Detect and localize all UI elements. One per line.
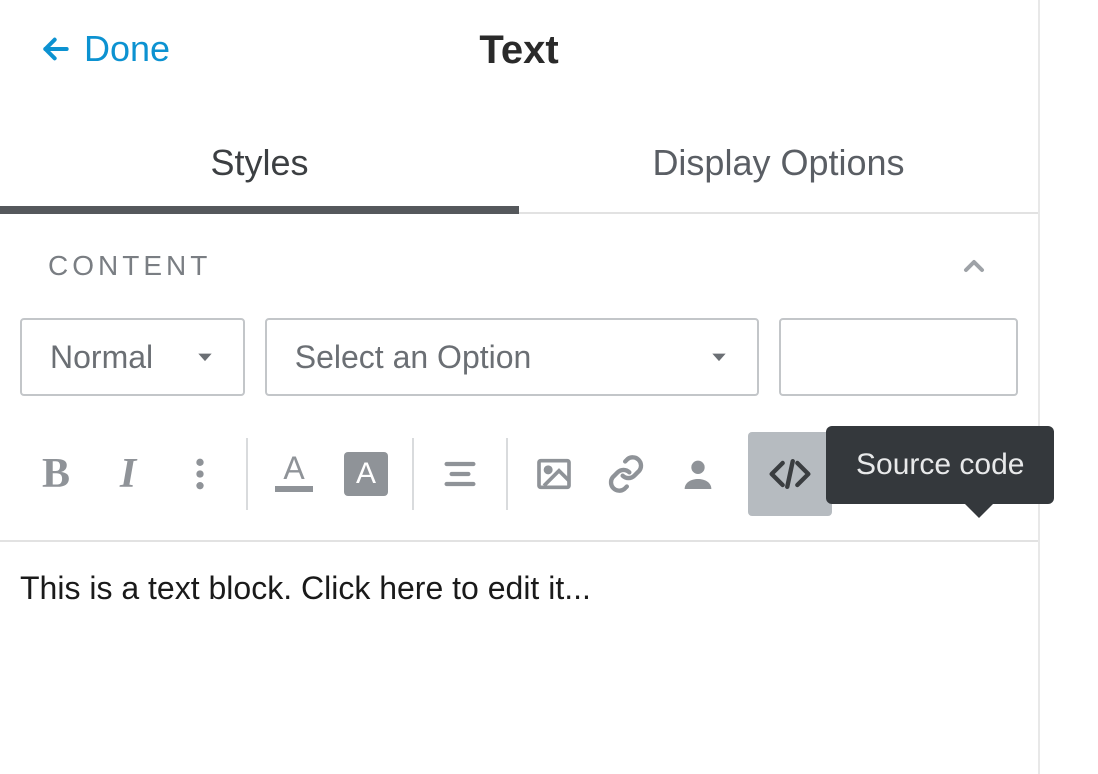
toolbar-separator	[412, 438, 414, 510]
background-color-icon: A	[344, 452, 388, 496]
image-button[interactable]	[518, 438, 590, 510]
size-dropdown[interactable]	[779, 318, 1018, 396]
code-icon	[768, 452, 812, 496]
background-color-button[interactable]: A	[330, 438, 402, 510]
done-label: Done	[84, 28, 170, 70]
text-style-dropdown[interactable]: Normal	[20, 318, 245, 396]
source-code-tooltip: Source code	[826, 426, 1054, 504]
chevron-up-icon	[958, 250, 990, 282]
more-vertical-icon	[180, 454, 220, 494]
text-color-icon: A	[274, 452, 314, 496]
source-code-button[interactable]	[748, 432, 832, 516]
text-color-button[interactable]: A	[258, 438, 330, 510]
bold-button[interactable]: B	[20, 438, 92, 510]
more-formatting-button[interactable]	[164, 438, 236, 510]
panel-title: Text	[479, 28, 558, 73]
text-style-value: Normal	[50, 339, 153, 376]
content-section-header[interactable]: CONTENT	[0, 214, 1038, 318]
tabs: Styles Display Options	[0, 110, 1038, 214]
tab-styles[interactable]: Styles	[0, 110, 519, 212]
italic-button[interactable]: I	[92, 438, 164, 510]
align-button[interactable]	[424, 438, 496, 510]
image-icon	[534, 454, 574, 494]
dropdown-row: Normal Select an Option	[0, 318, 1038, 414]
text-editor-area[interactable]: This is a text block. Click here to edit…	[0, 540, 1038, 660]
person-tag-button[interactable]	[662, 438, 734, 510]
person-icon	[678, 454, 718, 494]
arrow-left-icon	[40, 33, 72, 65]
link-button[interactable]	[590, 438, 662, 510]
chevron-down-icon	[195, 347, 215, 367]
toolbar-separator	[246, 438, 248, 510]
content-section-label: CONTENT	[48, 250, 211, 282]
font-option-dropdown[interactable]: Select an Option	[265, 318, 760, 396]
link-icon	[606, 454, 646, 494]
done-button[interactable]: Done	[40, 28, 170, 70]
chevron-down-icon	[709, 347, 729, 367]
panel-header: Done Text	[0, 0, 1038, 110]
text-block-settings-panel: Done Text Styles Display Options CONTENT…	[0, 0, 1040, 774]
font-option-value: Select an Option	[295, 339, 532, 376]
toolbar-separator	[506, 438, 508, 510]
tab-display-options[interactable]: Display Options	[519, 110, 1038, 212]
align-center-icon	[440, 454, 480, 494]
